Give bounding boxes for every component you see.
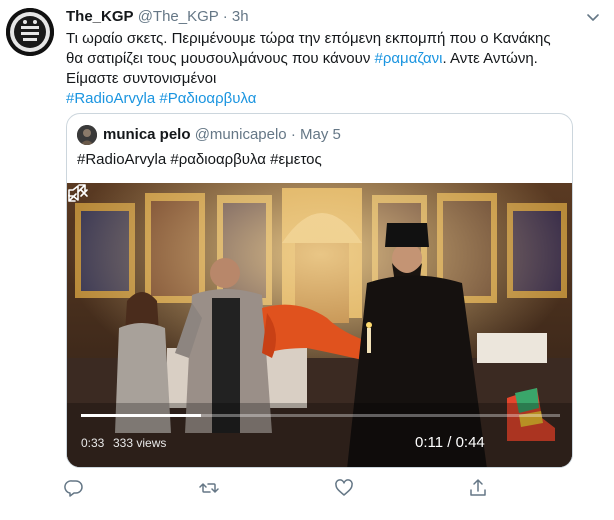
- tweet-time[interactable]: 3h: [232, 8, 249, 25]
- quoted-author-name[interactable]: munica pelo: [103, 126, 191, 143]
- tweet-hashtags: #RadioArvyla #Ραδιοαρβυλα: [66, 89, 586, 109]
- tweet-text: Τι ωραίο σκετς. Περιμένουμε τώρα την επό…: [66, 29, 586, 109]
- quoted-tweet-text: #RadioArvyla #ραδιοαρβυλα #εμετος: [77, 151, 322, 168]
- tweet-text-segment: . Αντε Αντώνη.: [442, 50, 538, 67]
- video-progress-bar[interactable]: [81, 414, 560, 417]
- tweet-text-line: Είμαστε συντονισμένοι: [66, 70, 217, 87]
- video-view-count: 333 views: [113, 436, 167, 450]
- author-handle[interactable]: @The_KGP: [138, 8, 219, 25]
- video-progress-fill: [81, 414, 201, 417]
- quoted-tweet-time[interactable]: May 5: [300, 126, 341, 143]
- quoted-author-avatar[interactable]: [77, 125, 97, 145]
- video-elapsed-time: 0:33: [81, 436, 105, 450]
- quoted-tweet-header: munica pelo @municapelo · May 5: [103, 125, 341, 145]
- tweet-actions: [0, 478, 614, 500]
- author-avatar[interactable]: [6, 8, 54, 56]
- tweet-text-segment: θα σατιρίζει τους μουσουλμάνους που κάνο…: [66, 50, 375, 67]
- tweet[interactable]: The_KGP @The_KGP · 3h Τι ωραίο σκετς. Πε…: [0, 0, 614, 520]
- video-frame: [67, 183, 572, 467]
- share-icon[interactable]: [468, 478, 488, 498]
- chevron-down-icon[interactable]: [585, 9, 601, 25]
- hashtag-link[interactable]: #RadioArvyla: [66, 90, 155, 107]
- tweet-header: The_KGP @The_KGP · 3h: [66, 7, 249, 27]
- retweet-icon[interactable]: [199, 478, 219, 498]
- fullscreen-icon[interactable]: [67, 183, 87, 203]
- hashtag-link[interactable]: #ραμαζανι: [375, 50, 443, 67]
- tweet-text-line: θα σατιρίζει τους μουσουλμάνους που κάνο…: [66, 49, 586, 69]
- like-icon[interactable]: [334, 478, 354, 498]
- tweet-text-line: Τι ωραίο σκετς. Περιμένουμε τώρα την επό…: [66, 30, 551, 47]
- header-separator: ·: [290, 126, 296, 143]
- quoted-tweet[interactable]: munica pelo @municapelo · May 5 #RadioAr…: [66, 113, 573, 468]
- author-name[interactable]: The_KGP: [66, 8, 134, 25]
- reply-icon[interactable]: [64, 478, 84, 498]
- quoted-author-handle[interactable]: @municapelo: [195, 126, 287, 143]
- video-timestamp: 0:11 / 0:44: [415, 434, 485, 451]
- hashtag-link[interactable]: #Ραδιοαρβυλα: [159, 90, 256, 107]
- video-player[interactable]: 0:33 333 views 0:11 / 0:44: [67, 183, 572, 467]
- header-separator: ·: [222, 8, 228, 25]
